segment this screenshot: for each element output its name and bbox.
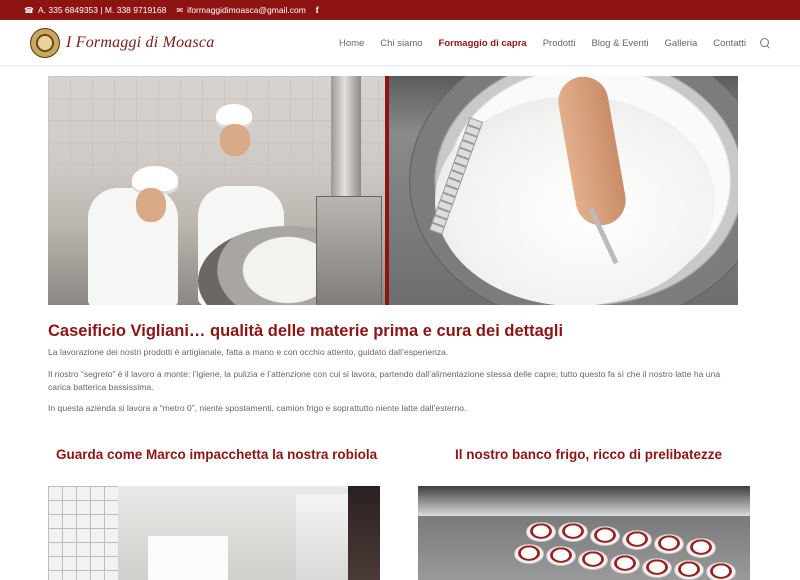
face-right bbox=[220, 124, 250, 156]
facebook-icon[interactable]: f bbox=[316, 5, 319, 15]
nav-home[interactable]: Home bbox=[339, 38, 364, 49]
cheese-jar bbox=[610, 554, 640, 574]
milk-vat-photo bbox=[389, 76, 738, 305]
section-title-banco-frigo: Il nostro banco frigo, ricco di prelibat… bbox=[455, 447, 723, 462]
cheese-jar bbox=[558, 522, 588, 542]
cheese-jar bbox=[622, 530, 652, 550]
intro-paragraph-1: La lavorazione dei nostri prodotti è art… bbox=[48, 347, 449, 357]
nav-contatti[interactable]: Contatti bbox=[713, 38, 746, 49]
phone-icon: ☎ bbox=[24, 5, 34, 15]
cheese-jar bbox=[674, 560, 704, 580]
cheese-jar bbox=[578, 550, 608, 570]
phone-text: A. 335 6849353 | M. 338 9719168 bbox=[37, 5, 167, 15]
envelope-icon: ✉ bbox=[176, 5, 184, 15]
section-title-robiola: Guarda come Marco impacchetta la nostra … bbox=[56, 447, 378, 462]
site-header: I Formaggi di Moasca Home Chi siamo Form… bbox=[0, 20, 800, 66]
machine bbox=[316, 196, 382, 305]
cheese-jar bbox=[590, 526, 620, 546]
cheese-jar bbox=[686, 538, 716, 558]
site-logo[interactable]: I Formaggi di Moasca bbox=[30, 28, 214, 58]
fridge-photo[interactable] bbox=[418, 486, 750, 580]
logo-text[interactable]: I Formaggi di Moasca bbox=[66, 34, 214, 52]
intro-paragraph-2: Il nostro “segreto” è il lavoro a monte:… bbox=[48, 369, 721, 392]
nav-prodotti[interactable]: Prodotti bbox=[543, 38, 576, 49]
top-bar: ☎ A. 335 6849353 | M. 338 9719168 ✉ ifor… bbox=[0, 0, 800, 20]
fridge-counter bbox=[418, 486, 750, 516]
cheese-jar bbox=[706, 562, 736, 580]
email-link[interactable]: ✉ iformaggidimoasca@gmail.com bbox=[176, 5, 305, 15]
face-left bbox=[136, 188, 166, 222]
search-icon[interactable] bbox=[760, 38, 770, 48]
cheese-jar bbox=[654, 534, 684, 554]
nav-formaggio-di-capra[interactable]: Formaggio di capra bbox=[439, 38, 527, 49]
logo-emblem bbox=[30, 28, 60, 58]
nav-chi-siamo[interactable]: Chi siamo bbox=[380, 38, 422, 49]
cheese-jar bbox=[526, 522, 556, 542]
nav-blog-eventi[interactable]: Blog & Eventi bbox=[591, 38, 648, 49]
cheese-jar bbox=[642, 558, 672, 578]
email-text[interactable]: iformaggidimoasca@gmail.com bbox=[187, 5, 306, 15]
video-thumbnail-robiola[interactable] bbox=[48, 486, 380, 580]
phone-info: ☎ A. 335 6849353 | M. 338 9719168 bbox=[24, 5, 166, 15]
facebook-link[interactable]: f bbox=[316, 5, 319, 15]
cheese-jar bbox=[546, 546, 576, 566]
page-title: Caseificio Vigliani… qualità delle mater… bbox=[48, 322, 564, 340]
main-nav: Home Chi siamo Formaggio di capra Prodot… bbox=[323, 20, 770, 66]
packaging-box bbox=[148, 536, 228, 580]
intro-paragraph-3: In questa azienda si lavora a “metro 0”,… bbox=[48, 403, 467, 413]
door bbox=[296, 494, 352, 580]
hero-image bbox=[48, 76, 738, 305]
cheese-jar bbox=[514, 544, 544, 564]
nav-galleria[interactable]: Galleria bbox=[665, 38, 698, 49]
cheesemakers-photo bbox=[48, 76, 385, 305]
glass-block-wall bbox=[48, 486, 118, 580]
person-shadow bbox=[348, 486, 380, 580]
